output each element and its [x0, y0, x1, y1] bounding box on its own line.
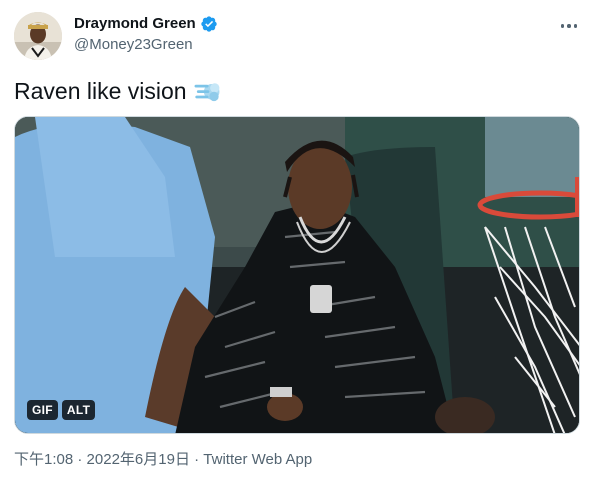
more-dot-icon	[560, 24, 565, 28]
tweet-date[interactable]: 2022年6月19日	[87, 451, 190, 468]
meta-separator: ·	[189, 451, 204, 468]
more-options-button[interactable]	[557, 16, 581, 36]
gif-badge: GIF	[27, 400, 58, 420]
gif-frame-image	[15, 117, 579, 433]
verified-badge-icon	[201, 16, 217, 32]
alt-text-badge[interactable]: ALT	[61, 400, 96, 420]
meta-separator: ·	[73, 451, 87, 468]
tweet-text-content: Raven like vision	[14, 78, 187, 104]
tweet-header: Draymond Green @Money23Green	[14, 10, 581, 62]
media-badges: GIF ALT	[27, 400, 96, 420]
more-dot-icon	[567, 24, 571, 28]
tweet-metadata: 下午1:08 · 2022年6月19日 · Twitter Web App	[14, 450, 312, 470]
avatar-photo-icon	[14, 12, 62, 60]
more-dot-icon	[573, 24, 578, 28]
tweet-media-gif[interactable]: GIF ALT	[14, 116, 580, 434]
display-name[interactable]: Draymond Green	[74, 14, 196, 34]
user-handle[interactable]: @Money23Green	[74, 35, 218, 55]
tweet-source[interactable]: Twitter Web App	[203, 451, 312, 468]
dashing-away-emoji-icon	[194, 83, 220, 102]
avatar[interactable]	[14, 12, 62, 60]
tweet-time[interactable]: 下午1:08	[14, 451, 73, 468]
tweet-text: Raven like vision	[14, 76, 221, 106]
